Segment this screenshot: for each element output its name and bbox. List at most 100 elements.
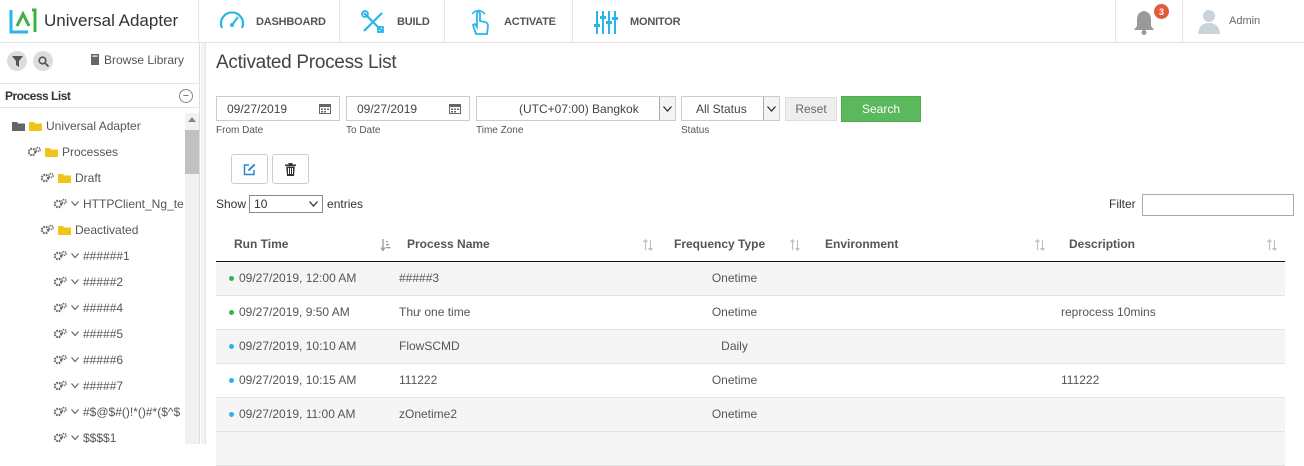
app-logo[interactable]: Universal Adapter — [8, 6, 178, 36]
status-label: Status — [681, 125, 710, 136]
tree-item[interactable]: Draft — [40, 168, 101, 188]
sidebar-scrollbar[interactable] — [185, 113, 199, 444]
sort-icon[interactable] — [1267, 239, 1277, 251]
cell-process-name[interactable]: 111222 — [399, 363, 661, 398]
entries-select[interactable]: 10 — [249, 195, 324, 213]
tree-item[interactable]: Deactivated — [40, 220, 138, 240]
collapse-button[interactable]: − — [179, 89, 193, 103]
sort-ascending-icon[interactable] — [381, 239, 391, 251]
scroll-thumb[interactable] — [185, 130, 199, 174]
tree-item[interactable]: #####4 — [53, 298, 123, 318]
calendar-icon[interactable] — [319, 103, 331, 114]
tree-item[interactable]: $$$$1 — [53, 428, 116, 444]
column-process-name[interactable]: Process Name — [399, 227, 661, 262]
nav-activate[interactable]: ACTIVATE — [466, 0, 556, 43]
entries-label: entries — [327, 197, 364, 211]
filter-label: Filter — [1109, 197, 1136, 211]
nav-build[interactable]: BUILD — [359, 0, 430, 43]
cell-frequency: Onetime — [661, 295, 808, 330]
status-dot — [229, 412, 234, 418]
time-zone-select[interactable]: (UTC+07:00) Bangkok — [476, 96, 676, 121]
cell-description — [1053, 329, 1285, 364]
tree-item-label: #$@$#()!*()#*($^$ — [83, 405, 181, 419]
user-name[interactable]: Admin — [1229, 15, 1260, 27]
tree-item[interactable]: Processes — [27, 142, 118, 162]
calendar-icon[interactable] — [449, 103, 461, 114]
tree-item[interactable]: #####6 — [53, 350, 123, 370]
cell-environment — [808, 329, 1053, 364]
search-submit-button[interactable]: Search — [841, 96, 921, 122]
tree-item[interactable]: Universal Adapter — [12, 116, 141, 136]
tree-item[interactable]: HTTPClient_Ng_te — [53, 194, 184, 214]
reset-button[interactable]: Reset — [785, 97, 837, 121]
table-header-row: Run Time Process Name Frequency Type Env… — [216, 227, 1285, 262]
cell-process-name[interactable]: zOnetime2 — [399, 397, 661, 432]
cell-frequency: Onetime — [661, 397, 808, 432]
column-run-time[interactable]: Run Time — [216, 227, 399, 262]
to-date-label: To Date — [346, 125, 381, 136]
nav-monitor[interactable]: MONITOR — [592, 0, 681, 43]
page-size-control: Show 10 entries — [216, 195, 363, 213]
tree-item-label: HTTPClient_Ng_te — [83, 197, 184, 211]
status-dot — [229, 344, 234, 350]
filter-input[interactable] — [1142, 194, 1294, 216]
table-row[interactable] — [216, 431, 1285, 466]
table-row[interactable]: 09/27/2019, 10:10 AM FlowSCMD Daily — [216, 329, 1285, 364]
tree-item[interactable]: #####5 — [53, 324, 123, 344]
status-select[interactable]: All Status — [681, 96, 780, 121]
funnel-icon — [11, 55, 23, 67]
tree-item[interactable]: #####7 — [53, 376, 123, 396]
process-table: Run Time Process Name Frequency Type Env… — [216, 227, 1285, 466]
tree-item-label: #####2 — [83, 275, 124, 289]
column-description[interactable]: Description — [1053, 227, 1285, 262]
delete-button[interactable] — [272, 154, 309, 184]
tools-icon — [361, 9, 384, 33]
chevron-down-icon[interactable] — [659, 97, 675, 120]
nav-dashboard[interactable]: DASHBOARD — [218, 0, 326, 43]
browse-library-link[interactable]: Browse Library — [90, 53, 184, 67]
cell-description — [1053, 261, 1285, 296]
avatar[interactable] — [1197, 8, 1221, 34]
sort-icon[interactable] — [790, 239, 800, 251]
tree-item[interactable]: #$@$#()!*()#*($^$ — [53, 402, 180, 422]
tree-item-label: ######1 — [83, 249, 130, 263]
chevron-down-icon[interactable] — [763, 97, 779, 120]
cell-run-time: 09/27/2019, 11:00 AM — [216, 397, 399, 432]
tree-item[interactable]: #####2 — [53, 272, 123, 292]
from-date-label: From Date — [216, 125, 264, 136]
cell-process-name[interactable]: FlowSCMD — [399, 329, 661, 364]
top-nav-bar: Universal Adapter DASHBOARD BUILD ACTIVA… — [0, 0, 1304, 43]
app-title: Universal Adapter — [44, 11, 179, 30]
table-row[interactable]: 09/27/2019, 10:15 AM 111222 Onetime 111222 — [216, 363, 1285, 398]
from-date-input[interactable]: 09/27/2019 — [216, 96, 340, 121]
table-row[interactable]: 09/27/2019, 9:50 AM Thư one time Onetime re… — [216, 295, 1285, 330]
trash-icon — [285, 162, 296, 176]
tree-item-label: $$$$1 — [83, 431, 117, 444]
page-title: Activated Process List — [216, 52, 397, 73]
tree-item-label: #####6 — [83, 353, 124, 367]
sort-icon[interactable] — [643, 239, 653, 251]
show-label: Show — [216, 197, 247, 211]
search-icon — [37, 55, 49, 67]
table-row[interactable]: 09/27/2019, 11:00 AM zOnetime2 Onetime — [216, 397, 1285, 432]
book-icon — [91, 54, 99, 65]
search-button[interactable] — [33, 51, 53, 71]
cell-frequency: Onetime — [661, 261, 808, 296]
filter-button[interactable] — [7, 51, 27, 71]
hand-pointer-icon — [471, 9, 489, 35]
cell-process-name[interactable]: #####3 — [399, 261, 661, 296]
status-dot — [229, 310, 234, 316]
to-date-input[interactable]: 09/27/2019 — [346, 96, 470, 121]
process-tree: Universal Adapter Processes Draft HTTPClien… — [0, 113, 185, 444]
time-zone-label: Time Zone — [476, 125, 524, 136]
sort-icon[interactable] — [1035, 239, 1045, 251]
column-frequency-type[interactable]: Frequency Type — [661, 227, 808, 262]
scroll-up-arrow[interactable] — [188, 117, 196, 122]
column-environment[interactable]: Environment — [808, 227, 1053, 262]
status-dot — [229, 378, 234, 384]
cell-process-name[interactable]: Thư one time — [399, 295, 661, 330]
table-row[interactable]: 09/27/2019, 12:00 AM #####3 Onetime — [216, 261, 1285, 296]
edit-button[interactable] — [231, 154, 268, 184]
tree-item[interactable]: ######1 — [53, 246, 130, 266]
sliders-icon — [594, 10, 618, 34]
